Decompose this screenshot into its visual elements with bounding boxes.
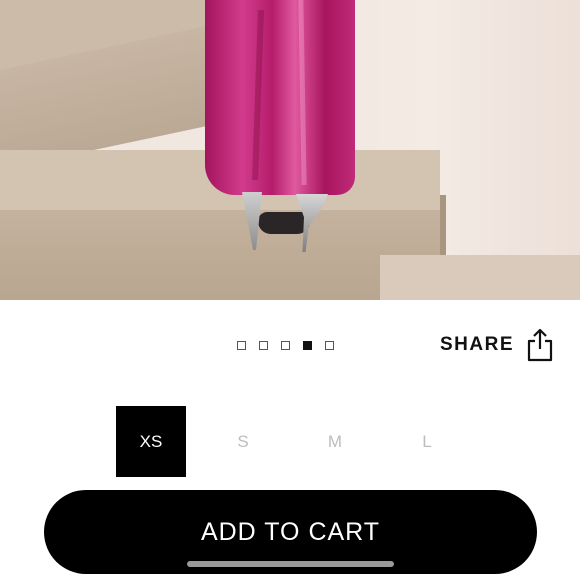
pager-dot[interactable]	[325, 341, 334, 350]
pager-dot[interactable]	[237, 341, 246, 350]
pager-dot[interactable]	[281, 341, 290, 350]
photo-dress	[205, 0, 355, 195]
size-option-xs[interactable]: XS	[116, 406, 186, 477]
product-image[interactable]	[0, 0, 580, 300]
photo-shoe	[258, 212, 310, 234]
pager-dot-active[interactable]	[303, 341, 312, 350]
photo-stair-riser	[0, 210, 440, 300]
pager-dot[interactable]	[259, 341, 268, 350]
share-icon	[527, 328, 553, 362]
share-button[interactable]: SHARE	[440, 328, 554, 362]
share-label: SHARE	[440, 334, 515, 355]
size-selector: XS S M L	[116, 406, 484, 477]
size-option-l[interactable]: L	[392, 406, 462, 477]
home-indicator[interactable]	[187, 561, 394, 567]
photo-floor	[380, 255, 580, 300]
size-option-m[interactable]: M	[300, 406, 370, 477]
size-option-s[interactable]: S	[208, 406, 278, 477]
image-pager[interactable]	[237, 341, 334, 350]
